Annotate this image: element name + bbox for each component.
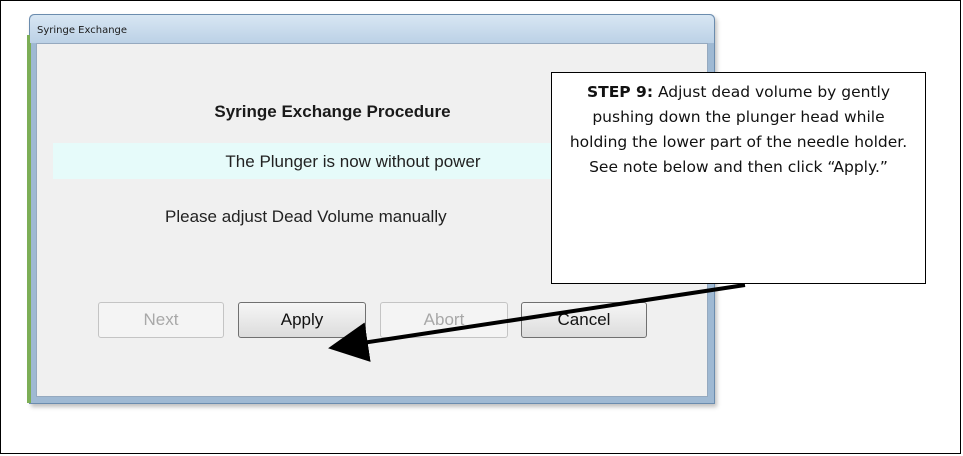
pointer-arrow (328, 283, 746, 362)
arrow-line (328, 283, 746, 362)
